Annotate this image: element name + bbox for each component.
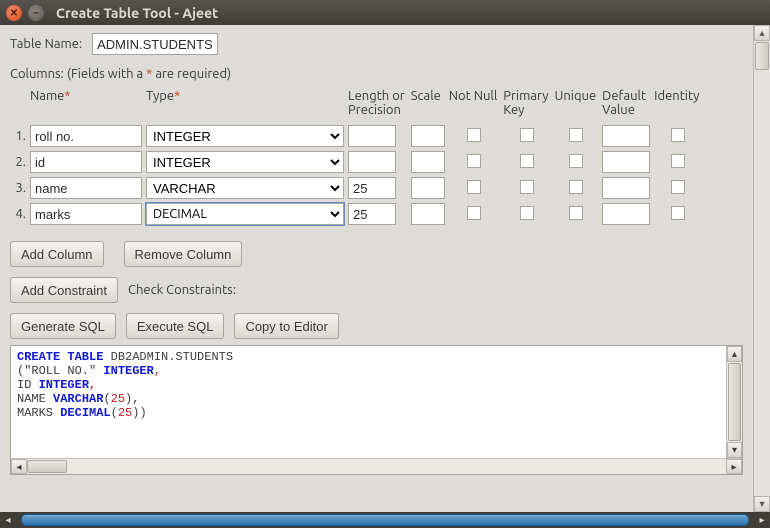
unique-checkbox[interactable]: [569, 128, 583, 142]
primary-key-checkbox[interactable]: [520, 206, 534, 220]
not-null-checkbox[interactable]: [467, 128, 481, 142]
col-length-header: Length orPrecision: [348, 89, 411, 123]
scroll-right-icon[interactable]: ▸: [726, 459, 742, 474]
primary-key-checkbox[interactable]: [520, 180, 534, 194]
not-null-checkbox[interactable]: [467, 206, 481, 220]
row-index: 1.: [10, 123, 30, 149]
table-name-input[interactable]: [92, 33, 218, 55]
col-identity-header: Identity: [654, 89, 705, 123]
execute-sql-button[interactable]: Execute SQL: [126, 313, 225, 339]
identity-checkbox[interactable]: [671, 154, 685, 168]
scroll-thumb[interactable]: [27, 460, 67, 473]
columns-note: Columns: (Fields with a * are required): [10, 67, 743, 81]
column-type-select[interactable]: INTEGER: [146, 151, 344, 173]
col-default-header: DefaultValue: [602, 89, 654, 123]
column-type-select[interactable]: VARCHAR: [146, 177, 344, 199]
default-value-input[interactable]: [602, 203, 650, 225]
primary-key-checkbox[interactable]: [520, 154, 534, 168]
sql-vertical-scrollbar[interactable]: ▴ ▾: [726, 346, 742, 458]
close-icon[interactable]: ✕: [6, 5, 22, 21]
scroll-up-icon[interactable]: ▴: [754, 25, 770, 41]
column-name-input[interactable]: [30, 151, 142, 173]
remove-column-button[interactable]: Remove Column: [124, 241, 243, 267]
column-scale-input[interactable]: [411, 177, 445, 199]
col-unique-header: Unique: [554, 89, 602, 123]
column-length-input[interactable]: [348, 125, 396, 147]
copy-to-editor-button[interactable]: Copy to Editor: [234, 313, 338, 339]
window-title: Create Table Tool - Ajeet: [56, 5, 218, 21]
panel-vertical-scrollbar[interactable]: ▴ ▾: [753, 25, 770, 512]
column-scale-input[interactable]: [411, 151, 445, 173]
column-scale-input[interactable]: [411, 125, 445, 147]
not-null-checkbox[interactable]: [467, 154, 481, 168]
add-column-button[interactable]: Add Column: [10, 241, 104, 267]
unique-checkbox[interactable]: [569, 180, 583, 194]
column-length-input[interactable]: [348, 151, 396, 173]
column-length-input[interactable]: [348, 203, 396, 225]
column-type-select[interactable]: INTEGER: [146, 125, 344, 147]
check-constraints-label: Check Constraints:: [128, 283, 236, 297]
scroll-thumb[interactable]: [728, 363, 741, 441]
scroll-left-icon[interactable]: ◂: [0, 512, 16, 528]
col-pk-header: PrimaryKey: [503, 89, 554, 123]
scroll-down-icon[interactable]: ▾: [754, 496, 770, 512]
table-row: 1. INTEGER: [10, 123, 705, 149]
scroll-left-icon[interactable]: ◂: [11, 459, 27, 474]
row-index: 2.: [10, 149, 30, 175]
app-horizontal-scrollbar[interactable]: ◂ ▸: [0, 512, 770, 528]
identity-checkbox[interactable]: [671, 128, 685, 142]
not-null-checkbox[interactable]: [467, 180, 481, 194]
default-value-input[interactable]: [602, 177, 650, 199]
scroll-down-icon[interactable]: ▾: [727, 442, 742, 458]
table-row: 3. VARCHAR: [10, 175, 705, 201]
column-length-input[interactable]: [348, 177, 396, 199]
scroll-thumb[interactable]: [755, 42, 769, 70]
default-value-input[interactable]: [602, 125, 650, 147]
generate-sql-button[interactable]: Generate SQL: [10, 313, 116, 339]
col-name-header: Name*: [30, 89, 146, 123]
column-name-input[interactable]: [30, 177, 142, 199]
column-name-input[interactable]: [30, 203, 142, 225]
column-type-select[interactable]: DECIMAL: [146, 203, 344, 225]
sql-horizontal-scrollbar[interactable]: ◂ ▸: [11, 458, 742, 474]
titlebar: ✕ – Create Table Tool - Ajeet: [0, 0, 770, 25]
table-name-label: Table Name:: [10, 37, 82, 51]
add-constraint-button[interactable]: Add Constraint: [10, 277, 118, 303]
scroll-thumb[interactable]: [21, 514, 749, 526]
scroll-right-icon[interactable]: ▸: [754, 512, 770, 528]
row-index: 4.: [10, 201, 30, 227]
sql-text[interactable]: CREATE TABLE DB2ADMIN.STUDENTS ("ROLL NO…: [11, 346, 726, 458]
table-row: 2. INTEGER: [10, 149, 705, 175]
columns-table: Name* Type* Length orPrecision Scale Not…: [10, 89, 705, 227]
row-index: 3.: [10, 175, 30, 201]
identity-checkbox[interactable]: [671, 180, 685, 194]
col-type-header: Type*: [146, 89, 348, 123]
primary-key-checkbox[interactable]: [520, 128, 534, 142]
col-notnull-header: Not Null: [449, 89, 504, 123]
col-scale-header: Scale: [411, 89, 449, 123]
scroll-up-icon[interactable]: ▴: [727, 346, 742, 362]
minimize-icon[interactable]: –: [28, 5, 44, 21]
unique-checkbox[interactable]: [569, 206, 583, 220]
content-area: Table Name: Columns: (Fields with a * ar…: [0, 25, 753, 512]
sql-output-area: CREATE TABLE DB2ADMIN.STUDENTS ("ROLL NO…: [10, 345, 743, 475]
unique-checkbox[interactable]: [569, 154, 583, 168]
table-row: 4. DECIMAL: [10, 201, 705, 227]
identity-checkbox[interactable]: [671, 206, 685, 220]
column-name-input[interactable]: [30, 125, 142, 147]
column-scale-input[interactable]: [411, 203, 445, 225]
default-value-input[interactable]: [602, 151, 650, 173]
